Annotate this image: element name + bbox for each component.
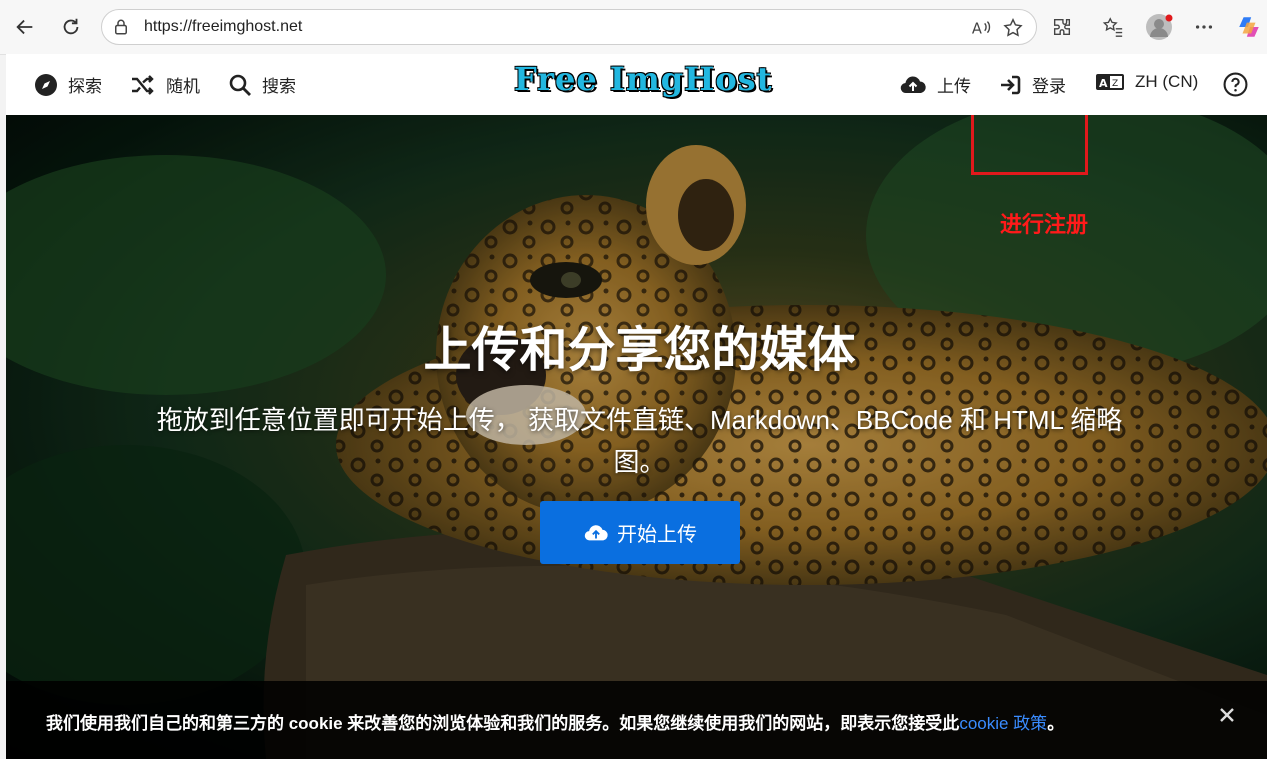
url-text[interactable]: https://freeimghost.net: [144, 18, 302, 36]
cookie-text: 我们使用我们自己的和第三方的 cookie 来改善您的浏览体验和我们的服务。如果…: [46, 709, 1064, 734]
nav-login-label: 登录: [1032, 77, 1066, 96]
svg-text:A: A: [972, 21, 982, 38]
nav-upload-label: 上传: [937, 77, 971, 96]
back-arrow-icon: [16, 19, 33, 35]
shuffle-icon: [132, 74, 154, 95]
sign-in-icon: [1001, 75, 1021, 94]
cookie-message: 我们使用我们自己的和第三方的 cookie 来改善您的浏览体验和我们的服务。如果…: [46, 714, 960, 733]
nav-random[interactable]: 随机: [130, 72, 200, 97]
hero-section: 进行注册 上传和分享您的媒体 拖放到任意位置即可开始上传， 获取文件直链、Mar…: [6, 115, 1267, 759]
site-logo[interactable]: Free ImgHost: [514, 60, 772, 98]
svg-text:Z: Z: [1112, 79, 1118, 89]
nav-random-label: 随机: [166, 77, 200, 96]
hero-subtitle: 拖放到任意位置即可开始上传， 获取文件直链、Markdown、BBCode 和 …: [156, 405, 1123, 477]
login-highlight-box: [971, 115, 1088, 175]
language-icon: AZ: [1096, 74, 1124, 90]
nav-login[interactable]: 登录: [998, 72, 1066, 97]
cookie-policy-link[interactable]: cookie 政策: [959, 714, 1047, 733]
cloud-upload-icon: [900, 76, 926, 93]
nav-search[interactable]: 搜索: [228, 72, 296, 97]
more-menu-button[interactable]: [1188, 11, 1220, 43]
cookie-end: 。: [1047, 714, 1065, 733]
register-annotation: 进行注册: [1000, 212, 1089, 237]
cookie-close-button[interactable]: [1219, 703, 1235, 729]
favorite-star-icon[interactable]: [1002, 17, 1024, 44]
website-viewport: 探索 随机 搜索 Free ImgHost 上传 登录 AZ ZH (CN) 进…: [6, 54, 1267, 759]
nav-search-label: 搜索: [262, 77, 296, 96]
lock-icon: [112, 18, 130, 41]
compass-icon: [35, 73, 57, 96]
site-top-nav: 探索 随机 搜索 Free ImgHost 上传 登录 AZ ZH (CN): [6, 54, 1267, 115]
close-icon: [1220, 708, 1234, 722]
back-button[interactable]: [9, 11, 41, 43]
nav-language[interactable]: AZ ZH (CN): [1095, 72, 1198, 92]
cloud-upload-icon: [584, 524, 608, 540]
svg-text:A: A: [1099, 77, 1108, 90]
browser-toolbar: https://freeimghost.net A: [0, 0, 1267, 55]
cookie-banner: 我们使用我们自己的和第三方的 cookie 来改善您的浏览体验和我们的服务。如果…: [6, 681, 1267, 759]
nav-explore-label: 探索: [68, 77, 102, 96]
extensions-button[interactable]: [1046, 11, 1078, 43]
favorites-button[interactable]: [1097, 11, 1129, 43]
hero-title: 上传和分享您的媒体: [423, 324, 856, 377]
profile-avatar[interactable]: [1143, 11, 1175, 43]
copilot-icon: [1239, 17, 1259, 37]
search-icon: [229, 74, 251, 96]
refresh-button[interactable]: [55, 11, 87, 43]
nav-explore[interactable]: 探索: [34, 72, 102, 97]
refresh-icon: [63, 18, 79, 35]
read-aloud-icon[interactable]: A: [970, 17, 992, 44]
nav-language-label: ZH (CN): [1135, 72, 1199, 91]
start-upload-button[interactable]: 开始上传: [540, 501, 740, 564]
nav-help[interactable]: [1223, 72, 1248, 97]
copilot-button[interactable]: [1233, 11, 1265, 43]
favorites-list-icon: [1102, 17, 1123, 37]
start-upload-label: 开始上传: [617, 524, 697, 546]
puzzle-icon: [1053, 18, 1071, 36]
nav-upload[interactable]: 上传: [899, 72, 971, 97]
help-icon: [1223, 72, 1248, 97]
more-dots-icon: [1195, 25, 1213, 29]
address-bar[interactable]: https://freeimghost.net A: [101, 9, 1037, 45]
